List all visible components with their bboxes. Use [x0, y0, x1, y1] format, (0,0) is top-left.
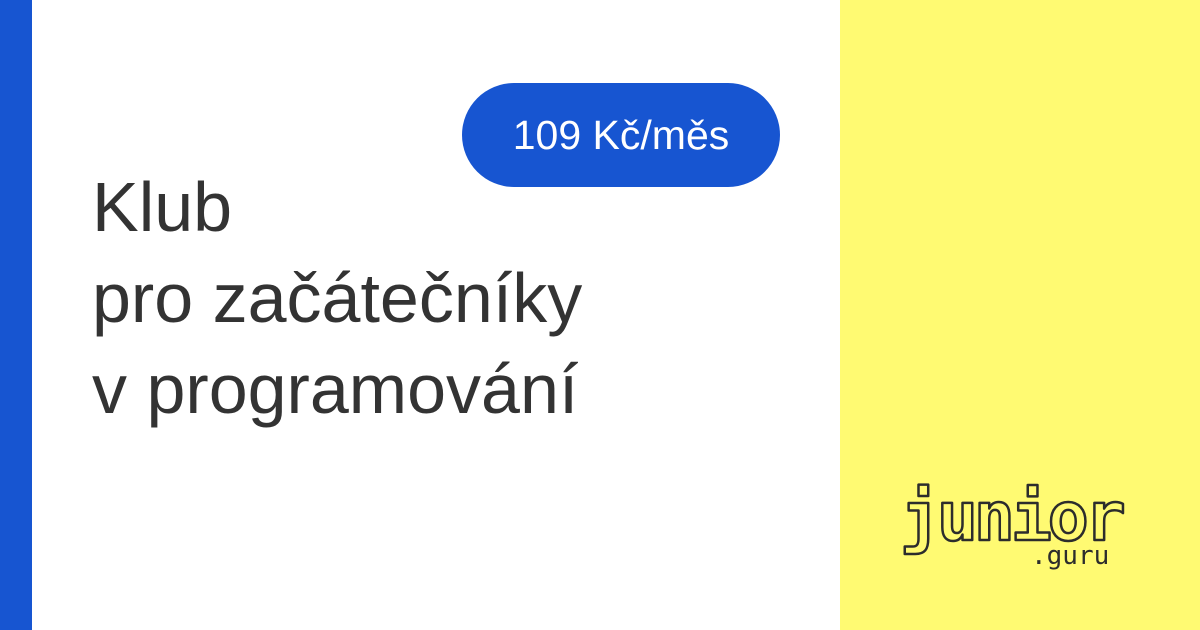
accent-stripe	[0, 0, 32, 630]
headline-line-3: v programování	[92, 350, 579, 428]
junior-guru-logo: junior .guru	[895, 452, 1145, 582]
logo-suffix: .guru	[1031, 541, 1109, 571]
headline: Klub pro začátečníky v programování	[92, 162, 582, 435]
headline-line-2: pro začátečníky	[92, 259, 583, 337]
logo-graphic: junior .guru	[899, 477, 1129, 571]
headline-line-1: Klub	[92, 168, 233, 246]
